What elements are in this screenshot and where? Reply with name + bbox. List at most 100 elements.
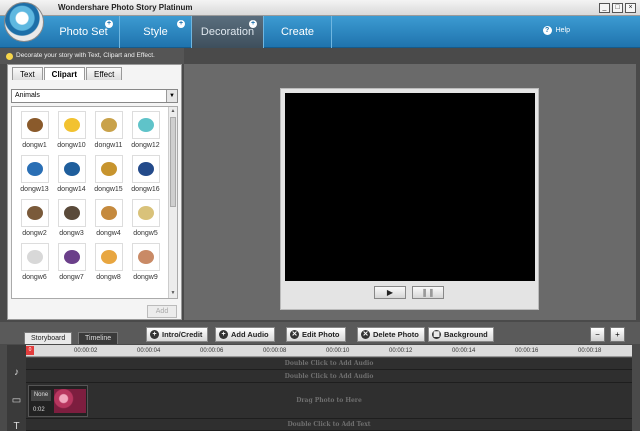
tab-photo-set[interactable]: Photo Set + (48, 16, 120, 48)
chevron-down-icon[interactable]: ▼ (166, 90, 177, 102)
bird-icon (63, 206, 80, 220)
background-button[interactable]: ▦ Background (428, 327, 494, 342)
clipart-thumbnail[interactable] (94, 199, 123, 227)
clipart-item[interactable]: dongw1 (16, 111, 53, 149)
background-icon: ▦ (432, 330, 441, 339)
tab-storyboard[interactable]: Storyboard (24, 332, 73, 344)
butterfly-icon (26, 162, 43, 176)
clipart-thumbnail[interactable] (20, 111, 49, 139)
clipart-thumbnail[interactable] (131, 243, 160, 271)
subtab-clipart[interactable]: Clipart (43, 67, 86, 80)
audio-track-1[interactable]: Double Click to Add Audio (26, 358, 632, 370)
clipart-label: dongw3 (59, 230, 84, 237)
subtab-text[interactable]: Text (12, 67, 43, 80)
clipart-item[interactable]: dongw2 (16, 199, 53, 237)
timeline-edge (632, 345, 640, 431)
butterfly-icon (63, 162, 80, 176)
clipart-item[interactable]: dongw5 (127, 199, 164, 237)
clipart-item[interactable]: dongw9 (127, 243, 164, 281)
clipart-label: dongw16 (131, 186, 160, 193)
scroll-down-icon[interactable]: ▼ (169, 289, 177, 298)
help-label: Help (555, 27, 570, 34)
transition-label[interactable]: None (31, 390, 51, 401)
minimize-button[interactable]: _ (599, 3, 610, 13)
text-track[interactable]: Double Click to Add Text (26, 419, 632, 431)
plus-icon: + (249, 20, 257, 28)
help-link[interactable]: ? Help (542, 26, 570, 35)
photo-track[interactable]: Drag Photo to Here (26, 383, 632, 419)
pause-button[interactable]: ❚❚ (412, 286, 444, 299)
playhead[interactable]: 0 (26, 346, 34, 355)
subtab-effect[interactable]: Effect (86, 67, 123, 80)
maximize-button[interactable]: □ (612, 3, 623, 13)
track-icons: ♪ ▭ T (7, 345, 26, 431)
tab-decoration[interactable]: Decoration + (192, 16, 264, 48)
clipart-item[interactable]: dongw15 (90, 155, 127, 193)
clipart-thumbnail[interactable] (94, 243, 123, 271)
zoom-out-button[interactable]: − (590, 327, 605, 342)
tab-style[interactable]: Style + (120, 16, 192, 48)
scroll-up-icon[interactable]: ▲ (169, 107, 177, 116)
photo-clip[interactable]: None 0:02 (28, 385, 88, 417)
delete-photo-button[interactable]: ✕ Delete Photo (357, 327, 425, 342)
clipart-item[interactable]: dongw12 (127, 111, 164, 149)
text-track-icon: T (13, 421, 20, 431)
pause-icon: ❚❚ (421, 288, 435, 297)
clipart-thumbnail[interactable] (94, 111, 123, 139)
clipart-item[interactable]: dongw11 (90, 111, 127, 149)
timeline-ruler[interactable]: 0 00:00:02 00:00:04 00:00:06 00:00:08 00… (26, 345, 632, 357)
play-button[interactable]: ▶ (374, 286, 406, 299)
chick-icon (63, 118, 80, 132)
clipart-thumbnail[interactable] (57, 155, 86, 183)
intro-credit-button[interactable]: + Intro/Credit (146, 327, 209, 342)
clipart-label: dongw14 (57, 186, 86, 193)
clipart-thumbnail[interactable] (131, 155, 160, 183)
clipart-item[interactable]: dongw7 (53, 243, 90, 281)
clipart-item[interactable]: dongw14 (53, 155, 90, 193)
clipart-item[interactable]: dongw3 (53, 199, 90, 237)
scroll-thumb[interactable] (170, 117, 176, 207)
clipart-item[interactable]: dongw6 (16, 243, 53, 281)
clipart-thumbnail[interactable] (20, 155, 49, 183)
clipart-thumbnail[interactable] (94, 155, 123, 183)
ruler-tick: 00:00:10 (326, 348, 350, 354)
tab-decoration-label: Decoration (200, 26, 255, 38)
add-clipart-button[interactable]: Add (147, 305, 177, 318)
clipart-thumbnail[interactable] (20, 199, 49, 227)
category-value: Animals (15, 92, 40, 99)
clipart-thumbnail[interactable] (57, 243, 86, 271)
clipart-item[interactable]: dongw4 (90, 199, 127, 237)
clip-duration: 0:02 (33, 407, 45, 413)
clipart-label: dongw15 (94, 186, 123, 193)
clipart-item[interactable]: dongw13 (16, 155, 53, 193)
tab-create[interactable]: Create (264, 16, 332, 48)
tab-photo-set-label: Photo Set (59, 26, 108, 38)
tab-style-label: Style (143, 26, 168, 38)
clipart-thumbnail[interactable] (57, 111, 86, 139)
chicken-icon (100, 250, 117, 264)
clipart-item[interactable]: dongw8 (90, 243, 127, 281)
clipart-thumbnail[interactable] (131, 111, 160, 139)
bottom-toolbar: Storyboard Timeline + Intro/Credit + Add… (0, 322, 640, 344)
clipart-label: dongw13 (20, 186, 49, 193)
decoration-panel: Text Clipart Effect Animals ▼ dongw1 dong… (7, 64, 182, 320)
ruler-tick: 00:00:06 (200, 348, 224, 354)
category-dropdown[interactable]: Animals ▼ (11, 89, 178, 103)
add-audio-button[interactable]: + Add Audio (215, 327, 275, 342)
clipart-item[interactable]: dongw10 (53, 111, 90, 149)
zoom-in-button[interactable]: + (610, 327, 625, 342)
butterfly-icon (137, 162, 154, 176)
clipart-item[interactable]: dongw16 (127, 155, 164, 193)
audio-track-2[interactable]: Double Click to Add Audio (26, 370, 632, 383)
plus-icon: + (105, 20, 113, 28)
clipart-thumbnail[interactable] (20, 243, 49, 271)
ruler-tick: 00:00:14 (452, 348, 476, 354)
clipart-scrollbar[interactable]: ▲ ▼ (168, 107, 177, 298)
clipart-thumbnail[interactable] (57, 199, 86, 227)
clipart-label: dongw4 (96, 230, 121, 237)
tab-timeline[interactable]: Timeline (78, 332, 119, 344)
close-button[interactable]: × (625, 3, 636, 13)
edit-photo-button[interactable]: ✕ Edit Photo (286, 327, 346, 342)
clipart-thumbnail[interactable] (131, 199, 160, 227)
clipart-label: dongw5 (133, 230, 158, 237)
